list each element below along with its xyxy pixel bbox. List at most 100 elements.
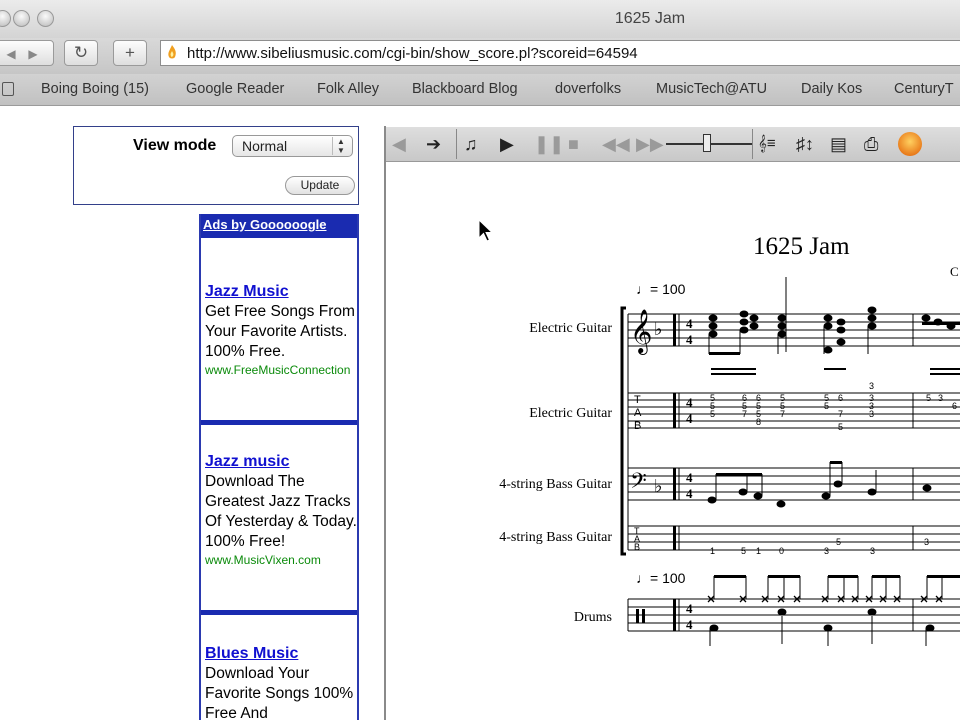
svg-text:5: 5 [838,422,843,432]
svg-text:3: 3 [869,381,874,391]
playback-slider-handle[interactable] [703,134,711,152]
bookmarks-bar: Boing Boing (15) Google Reader Folk Alle… [0,74,960,106]
bookmark-folk-alley[interactable]: Folk Alley [317,81,379,97]
staff-lines [628,313,960,347]
reload-button[interactable]: ↻ [64,40,98,66]
view-mode-select[interactable]: Normal ▲ ▼ [232,135,353,157]
tempo-marking: ♩= 100 [636,281,686,297]
svg-text:4: 4 [686,486,693,501]
rewind-icon[interactable]: ◀◀ [602,133,630,155]
tab-letter: B [634,542,640,552]
stop-icon[interactable]: ■ [568,133,579,155]
svg-text:6: 6 [952,401,957,411]
transpose-icon[interactable]: ♯↕ [796,133,814,155]
score-title: 1625 Jam [753,233,850,260]
play-icon[interactable]: ▶ [500,133,514,155]
update-button[interactable]: Update [285,176,355,195]
url-text[interactable]: http://www.sibeliusmusic.com/cgi-bin/sho… [187,45,638,62]
add-bookmark-button[interactable]: + [113,40,147,66]
instrument-label: 4-string Bass Guitar [499,530,612,545]
select-arrows-icon: ▲ ▼ [332,137,349,155]
ad-body: Get Free Songs From Your Favorite Artist… [205,303,355,360]
ad-title-link[interactable]: Blues Music [205,644,357,664]
bookmark-musictech[interactable]: MusicTech@ATU [656,81,767,97]
print-icon[interactable]: ⎙ [864,133,878,155]
bass-clef-icon: 𝄢 [630,469,647,499]
bookmark-centuryt[interactable]: CenturyT [894,81,954,97]
svg-text:7: 7 [780,409,785,419]
toolbar-divider [752,129,753,159]
bookmarks-book-icon[interactable] [2,82,14,96]
bass-tab-numbers: 1 5 1 0 3 5 3 3 [710,537,929,556]
svg-text:5: 5 [836,537,841,547]
ads-by-google-link[interactable]: Ads by Goooooogle [203,217,327,232]
back-arrow-icon[interactable]: ◀ [6,47,15,61]
staff-lines [628,467,960,501]
pause-icon[interactable]: ❚❚ [534,133,564,155]
instrument-label: Electric Guitar [529,406,612,421]
svg-text:3: 3 [869,409,874,419]
fast-forward-icon[interactable]: ▶▶ [636,133,664,155]
svg-text:3: 3 [938,393,943,403]
svg-text:3: 3 [924,537,929,547]
ad-title-link[interactable]: Jazz Music [205,282,357,302]
navigation-toolbar: ◀ ▶ ↻ + http://www.sibeliusmusic.com/cgi… [0,38,960,74]
score-toolbar: ◀ ➔ ♫ ▶ ❚❚ ■ ◀◀ ▶▶ 𝄞≡ ♯↕ ▤ ⎙ [386,127,960,162]
svg-text:5: 5 [926,393,931,403]
svg-text:4: 4 [686,332,693,347]
ad-item: Blues Music Download Your Favorite Songs… [205,644,357,720]
svg-text:4: 4 [686,601,693,616]
svg-text:5: 5 [824,401,829,411]
ad-title-link[interactable]: Jazz music [205,452,357,472]
instrument-label: Electric Guitar [529,321,612,336]
window-title: 1625 Jam [614,10,686,27]
svg-text:1: 1 [756,546,761,556]
toolbar-divider [456,129,457,159]
tempo-marking: ♩= 100 [636,570,686,586]
svg-text:4: 4 [686,316,693,331]
playback-notes-icon[interactable]: ♫ [464,133,478,155]
back-forward-buttons[interactable]: ◀ ▶ [0,40,54,66]
reload-icon: ↻ [73,43,89,62]
tab-staff-lines [628,525,960,551]
mouse-pointer-icon [478,219,494,242]
page-view-icon[interactable]: ▤ [830,133,847,155]
tab-letter: B [634,420,641,432]
drum-kick-snare-notes [709,608,935,632]
note-beams [714,575,960,578]
site-favicon-icon [168,45,176,59]
instrument-label: 4-string Bass Guitar [499,477,612,492]
svg-text:3: 3 [824,546,829,556]
system-bracket [620,306,626,556]
svg-text:4: 4 [686,617,693,632]
svg-text:4: 4 [686,411,693,426]
ad-item: Jazz music Download The Greatest Jazz Tr… [205,452,357,568]
instruments-icon[interactable]: 𝄞≡ [758,133,776,155]
bookmark-daily-kos[interactable]: Daily Kos [801,81,862,97]
tab-letter: A [634,407,642,419]
bookmark-boing-boing[interactable]: Boing Boing (15) [41,81,149,97]
window-titlebar: 1625 Jam [0,0,960,38]
bookmark-doverfolks[interactable]: doverfolks [555,81,621,97]
ad-separator [201,610,357,615]
ad-item: Jazz Music Get Free Songs From Your Favo… [205,282,357,378]
bookmark-google-reader[interactable]: Google Reader [186,81,284,97]
previous-page-icon[interactable]: ◀ [392,133,406,155]
plus-icon: + [125,43,135,62]
bass-notes [707,480,932,508]
address-bar[interactable]: http://www.sibeliusmusic.com/cgi-bin/sho… [160,40,960,66]
bookmark-blackboard-blog[interactable]: Blackboard Blog [412,81,518,97]
svg-text:0: 0 [779,546,784,556]
ad-url-link[interactable]: www.MusicVixen.com [205,552,357,568]
forward-arrow-icon[interactable]: ▶ [28,47,37,61]
ads-header: Ads by Goooooogle [201,214,357,238]
instrument-label: Drums [574,610,612,625]
composer-credit: C [950,264,959,279]
staff-lines [628,598,960,632]
svg-text:8: 8 [756,417,761,427]
svg-text:4: 4 [686,470,693,485]
tab-staff-lines [628,392,960,429]
next-page-icon[interactable]: ➔ [426,133,441,155]
sibelius-logo-icon[interactable] [898,132,922,156]
ad-url-link[interactable]: www.FreeMusicConnection [205,362,357,378]
